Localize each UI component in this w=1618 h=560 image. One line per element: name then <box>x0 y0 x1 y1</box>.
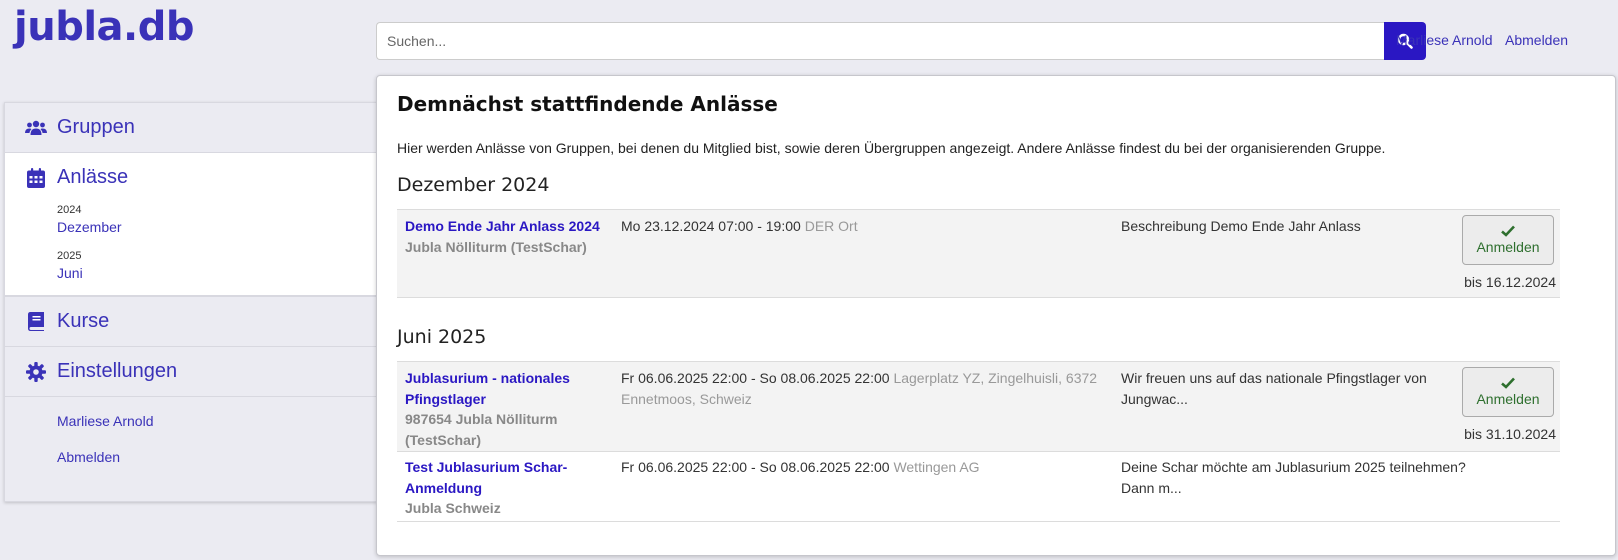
event-group: Jubla Nölliturm (TestSchar) <box>405 238 587 255</box>
sidebar-item-label: Einstellungen <box>57 360 178 382</box>
register-button[interactable]: Anmelden <box>1462 367 1554 417</box>
event-dates: Fr 06.06.2025 22:00 - So 08.06.2025 22:0… <box>621 459 890 475</box>
year-label: 2024 <box>57 204 82 216</box>
event-description: Deine Schar möchte am Jublasurium 2025 t… <box>1121 459 1466 496</box>
users-icon <box>25 117 47 139</box>
year-list: 2024 Dezember 2025 Juni <box>25 202 122 281</box>
sidebar-item-label: Anlässe <box>57 166 129 188</box>
sidebar-item-label: Kurse <box>57 310 110 332</box>
event-dates: Mo 23.12.2024 07:00 - 19:00 <box>621 218 801 234</box>
month-link-juni[interactable]: Juni <box>57 265 122 281</box>
event-dates-cell: Fr 06.06.2025 22:00 - So 08.06.2025 22:0… <box>621 457 1101 478</box>
sidebar-account-links: Marliese Arnold Abmelden <box>5 397 377 465</box>
event-description: Beschreibung Demo Ende Jahr Anlass <box>1121 218 1361 234</box>
event-row: Jublasurium - nationales Pfingstlager 98… <box>397 361 1560 452</box>
page-title: Demnächst stattfindende Anlässe <box>397 92 778 116</box>
event-name-cell: Jublasurium - nationales Pfingstlager 98… <box>405 368 605 450</box>
register-button-label: Anmelden <box>1476 391 1540 407</box>
check-icon <box>1501 377 1515 389</box>
event-title-link[interactable]: Demo Ende Jahr Anlass 2024 <box>405 216 605 237</box>
sidebar-user-link[interactable]: Marliese Arnold <box>57 413 377 429</box>
main-content: Demnächst stattfindende Anlässe Hier wer… <box>376 75 1616 556</box>
registration-deadline: bis 31.10.2024 <box>1464 426 1556 442</box>
event-group: 987654 Jubla Nölliturm (TestSchar) <box>405 411 558 448</box>
event-description: Wir freuen uns auf das nationale Pfingst… <box>1121 370 1427 407</box>
header-user-link[interactable]: Marliese Arnold <box>1396 32 1493 48</box>
header-logout-link[interactable]: Abmelden <box>1505 32 1568 48</box>
sidebar: Gruppen Anlässe 2024 Dezember 2025 Juni … <box>4 102 377 502</box>
book-icon <box>25 311 47 333</box>
month-heading: Juni 2025 <box>397 326 487 348</box>
event-row: Test Jublasurium Schar-Anmeldung Jubla S… <box>397 451 1560 522</box>
month-heading: Dezember 2024 <box>397 174 550 196</box>
search-bar <box>376 22 1426 60</box>
intro-text: Hier werden Anlässe von Gruppen, bei den… <box>397 140 1386 156</box>
logo[interactable]: jubla.db <box>14 4 194 50</box>
event-dates: Fr 06.06.2025 22:00 - So 08.06.2025 22:0… <box>621 370 890 386</box>
event-name-cell: Test Jublasurium Schar-Anmeldung Jubla S… <box>405 457 605 519</box>
sidebar-item-label: Gruppen <box>57 116 135 138</box>
event-title-link[interactable]: Test Jublasurium Schar-Anmeldung <box>405 457 605 498</box>
calendar-icon <box>25 167 47 189</box>
event-location: Wettingen AG <box>893 459 980 475</box>
register-button[interactable]: Anmelden <box>1462 215 1554 265</box>
sidebar-logout-link[interactable]: Abmelden <box>57 449 377 465</box>
sidebar-item-kurse[interactable]: Kurse <box>5 296 377 347</box>
event-group: Jubla Schweiz <box>405 500 501 516</box>
check-icon <box>1501 225 1515 237</box>
search-input[interactable] <box>376 22 1384 60</box>
month-link-dezember[interactable]: Dezember <box>57 219 122 235</box>
event-dates-cell: Fr 06.06.2025 22:00 - So 08.06.2025 22:0… <box>621 368 1101 409</box>
sidebar-item-anlaesse: Anlässe 2024 Dezember 2025 Juni <box>5 153 377 296</box>
sidebar-item-gruppen[interactable]: Gruppen <box>5 103 377 153</box>
year-label: 2025 <box>57 250 82 262</box>
event-location: DER Ort <box>804 218 858 234</box>
event-name-cell: Demo Ende Jahr Anlass 2024 Jubla Nöllitu… <box>405 216 605 257</box>
sidebar-item-einstellungen[interactable]: Einstellungen <box>5 347 377 397</box>
sidebar-item-anlaesse-header[interactable]: Anlässe <box>25 153 128 202</box>
register-button-label: Anmelden <box>1476 239 1540 255</box>
event-dates-cell: Mo 23.12.2024 07:00 - 19:00 DER Ort <box>621 216 1101 237</box>
gear-icon <box>25 361 47 383</box>
event-row: Demo Ende Jahr Anlass 2024 Jubla Nöllitu… <box>397 209 1560 298</box>
event-title-link[interactable]: Jublasurium - nationales Pfingstlager <box>405 368 605 409</box>
registration-deadline: bis 16.12.2024 <box>1464 274 1556 290</box>
